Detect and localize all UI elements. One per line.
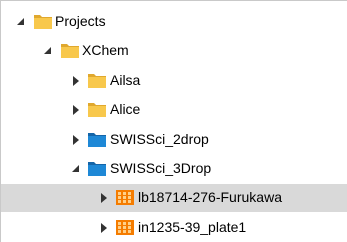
expanded-arrow-icon[interactable] <box>42 37 54 65</box>
project-tree: Projects XChem Ailsa Alice SWISSci_2drop… <box>0 0 347 242</box>
tree-item-xchem[interactable]: XChem <box>1 37 347 65</box>
collapsed-arrow-icon[interactable] <box>98 214 110 242</box>
tree-item-alice[interactable]: Alice <box>1 96 347 124</box>
tree-item-swissci-3drop[interactable]: SWISSci_3Drop <box>1 155 347 183</box>
collapsed-arrow-icon[interactable] <box>98 184 110 212</box>
tree-item-label: lb18714-276-Furukawa <box>138 189 282 205</box>
tree-item-label: XChem <box>82 42 129 58</box>
tree-item-label: SWISSci_2drop <box>110 131 209 147</box>
tree-item-label: Projects <box>55 13 106 29</box>
tree-item-ailsa[interactable]: Ailsa <box>1 67 347 95</box>
tree-item-label: in1235-39_plate1 <box>138 219 247 235</box>
folder-icon <box>88 73 106 88</box>
collapsed-arrow-icon[interactable] <box>70 96 82 124</box>
expanded-arrow-icon[interactable] <box>70 155 82 183</box>
tree-item-label: SWISSci_3Drop <box>110 160 212 176</box>
collapsed-arrow-icon[interactable] <box>70 126 82 154</box>
collapsed-arrow-icon[interactable] <box>70 67 82 95</box>
folder-icon <box>61 43 79 58</box>
tree-item-swissci-2drop[interactable]: SWISSci_2drop <box>1 126 347 154</box>
folder-icon <box>88 102 106 117</box>
tree-item-lb18714-276-furukawa[interactable]: lb18714-276-Furukawa <box>1 184 347 212</box>
tree-item-label: Ailsa <box>110 72 141 88</box>
plate-type-icon <box>88 161 106 176</box>
plate-grid-icon <box>116 220 134 235</box>
folder-icon <box>34 14 52 29</box>
plate-grid-icon <box>116 190 134 205</box>
tree-item-label: Alice <box>110 101 141 117</box>
tree-item-projects[interactable]: Projects <box>1 8 347 36</box>
expanded-arrow-icon[interactable] <box>15 8 27 36</box>
tree-item-in1235-39-plate1[interactable]: in1235-39_plate1 <box>1 214 347 242</box>
plate-type-icon <box>88 132 106 147</box>
